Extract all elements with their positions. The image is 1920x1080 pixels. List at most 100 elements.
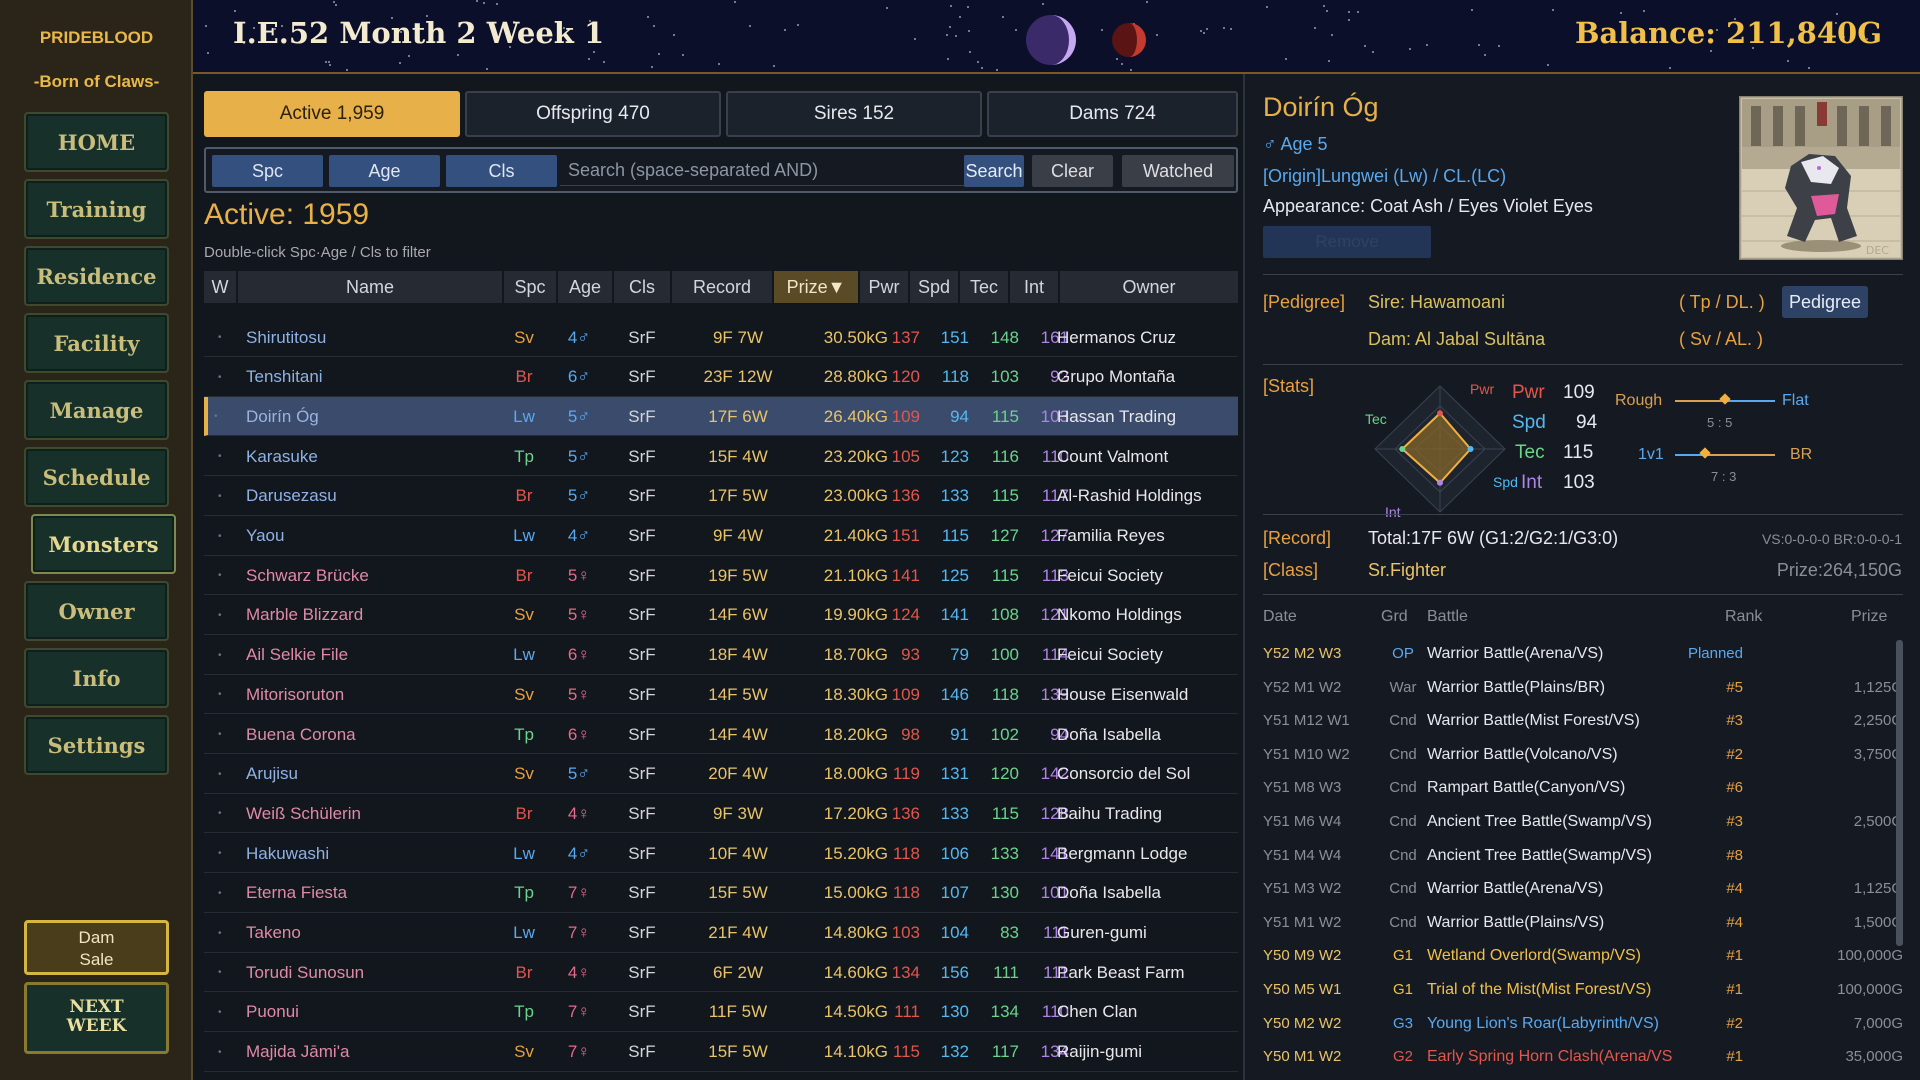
stat-spd-label: Spd — [1512, 412, 1546, 433]
battle-left-label: 1v1 — [1638, 446, 1664, 463]
star-dot — [967, 6, 969, 8]
table-row[interactable]: • Ail Selkie File Lw 6♀ SrF 18F 4W 18.70kG 93 79… — [204, 636, 1238, 675]
table-row[interactable]: • Hakuwashi Lw 4♂ SrF 10F 4W 15.20kG 118 106 133 1… — [204, 834, 1238, 874]
col-pwr[interactable]: Pwr — [860, 271, 908, 303]
nav-home-button[interactable]: HOME — [24, 112, 169, 172]
history-row[interactable]: Y51 M1 W2 Cnd Warrior Battle(Plains/VS) #4 1… — [1263, 906, 1903, 939]
table-row[interactable]: • Eterna Fiesta Tp 7♀ SrF 15F 5W 15.00kG 118 107… — [204, 874, 1238, 913]
tab-dams[interactable]: Dams 724 — [987, 91, 1238, 137]
nav-schedule-button[interactable]: Schedule — [24, 447, 169, 507]
search-button[interactable]: Search — [964, 155, 1024, 187]
table-row[interactable]: • Tenshitani Br 6♂ SrF 23F 12W 28.80kG 120 118 10… — [204, 358, 1238, 397]
nav-facility-button[interactable]: Facility — [24, 313, 169, 373]
star-dot — [1323, 5, 1325, 7]
col-name[interactable]: Name — [238, 271, 502, 303]
col-owner[interactable]: Owner — [1060, 271, 1238, 303]
history-scrollbar[interactable] — [1896, 640, 1903, 946]
table-row[interactable]: • Arujisu Sv 5♂ SrF 20F 4W 18.00kG 119 131 120 142… — [204, 755, 1238, 794]
row-spd: 123 — [940, 446, 969, 466]
history-battle: Warrior Battle(Volcano/VS) — [1427, 745, 1618, 763]
remove-button[interactable]: Remove — [1263, 226, 1431, 258]
history-row[interactable]: Y51 M10 W2 Cnd Warrior Battle(Volcano/VS) #… — [1263, 738, 1903, 771]
row-tec: 115 — [991, 486, 1019, 506]
table-row[interactable]: • Karasuke Tp 5♂ SrF 15F 4W 23.20kG 105 123 116 11… — [204, 437, 1238, 477]
table-row[interactable]: • Torudi Sunosun Br 4♀ SrF 6F 2W 14.60kG 134 156… — [204, 953, 1238, 993]
row-class: SrF — [628, 605, 656, 625]
dam-sale-button[interactable]: Dam Sale — [24, 920, 169, 975]
history-date: Y51 M4 W4 — [1263, 846, 1342, 864]
row-record: 21F 4W — [708, 923, 768, 942]
nav-manage-button[interactable]: Manage — [24, 380, 169, 440]
filter-cls-button[interactable]: Cls — [446, 155, 557, 187]
star-dot — [784, 29, 786, 31]
history-row[interactable]: Y51 M8 W3 Cnd Rampart Battle(Canyon/VS) #6 - — [1263, 771, 1903, 804]
history-row[interactable]: Y50 M9 W2 G1 Wetland Overlord(Swamp/VS) #1 1… — [1263, 939, 1903, 972]
row-record: 23F 12W — [703, 367, 773, 387]
row-prize: 14.50kG — [823, 1002, 888, 1022]
history-row[interactable]: Y51 M6 W4 Cnd Ancient Tree Battle(Swamp/VS… — [1263, 805, 1903, 838]
watched-button[interactable]: Watched — [1122, 155, 1234, 187]
col-tec[interactable]: Tec — [960, 271, 1008, 303]
row-watch-marker: • — [214, 411, 218, 423]
history-row[interactable]: Y50 M1 W2 G2 Early Spring Horn Clash(Arena… — [1263, 1040, 1903, 1073]
filter-spc-button[interactable]: Spc — [212, 155, 323, 187]
history-prize: 35,000G — [1845, 1048, 1903, 1066]
col-spd[interactable]: Spd — [910, 271, 958, 303]
nav-monsters-button[interactable]: Monsters — [31, 514, 176, 574]
row-prize: 28.80kG — [823, 367, 888, 387]
col-age[interactable]: Age — [558, 271, 612, 303]
star-dot — [1328, 60, 1330, 62]
table-row[interactable]: • Schwarz Brücke Br 5♀ SrF 19F 5W 21.10kG 141 12… — [204, 556, 1238, 596]
star-dot — [333, 1, 335, 3]
table-row[interactable]: • Darusezasu Br 5♂ SrF 17F 5W 23.00kG 136 133 115… — [204, 477, 1238, 516]
history-row[interactable]: Y51 M3 W2 Cnd Warrior Battle(Arena/VS) #4 1,… — [1263, 872, 1903, 905]
nav-info-button[interactable]: Info — [24, 648, 169, 708]
tab-offspring[interactable]: Offspring 470 — [465, 91, 721, 137]
row-watch-marker: • — [218, 887, 222, 899]
star-dot — [1314, 27, 1316, 29]
clear-button[interactable]: Clear — [1032, 155, 1113, 187]
nav-owner-button[interactable]: Owner — [24, 581, 169, 641]
history-row[interactable]: Y52 M1 W2 War Warrior Battle(Plains/BR) #5 1… — [1263, 671, 1903, 704]
table-row[interactable]: • Mitorisoruton Sv 5♀ SrF 14F 5W 18.30kG 109 146… — [204, 675, 1238, 715]
row-watch-marker: • — [218, 451, 222, 463]
history-col-battle: Battle — [1427, 608, 1468, 625]
table-row[interactable]: • Yaou Lw 4♂ SrF 9F 4W 21.40kG 151 115 127 127 Fami… — [204, 517, 1238, 556]
history-row[interactable]: Y52 M2 W3 OP Warrior Battle(Arena/VS) Plann… — [1263, 637, 1903, 670]
table-row[interactable]: • Marble Blizzard Sv 5♀ SrF 14F 6W 19.90kG 124 1… — [204, 596, 1238, 635]
col-cls[interactable]: Cls — [614, 271, 670, 303]
history-row[interactable]: Y50 M5 W1 G1 Trial of the Mist(Mist Forest… — [1263, 973, 1903, 1006]
row-name: Puonui — [246, 1002, 299, 1022]
tab-sires[interactable]: Sires 152 — [726, 91, 982, 137]
table-row[interactable]: • Puonui Tp 7♀ SrF 11F 5W 14.50kG 111 130 134 110 C… — [204, 993, 1238, 1032]
star-dot — [1484, 54, 1486, 56]
table-row[interactable]: • Majida Jāmi'a Sv 7♀ SrF 15F 5W 14.10kG 115 132… — [204, 1033, 1238, 1072]
nav-settings-button[interactable]: Settings — [24, 715, 169, 775]
search-input[interactable] — [560, 155, 976, 186]
history-battle: Warrior Battle(Arena/VS) — [1427, 880, 1604, 898]
nav-residence-button[interactable]: Residence — [24, 246, 169, 306]
next-week-button[interactable]: NEXT WEEK — [24, 982, 169, 1054]
table-row[interactable]: • Doirín Óg Lw 5♂ SrF 17F 6W 26.40kG 109 94 115 10… — [204, 397, 1238, 437]
table-row[interactable]: • Takeno Lw 7♀ SrF 21F 4W 14.80kG 103 104 83 111 Gu… — [204, 914, 1238, 953]
col-int[interactable]: Int — [1010, 271, 1058, 303]
star-dot — [1669, 67, 1671, 69]
nav-training-button[interactable]: Training — [24, 179, 169, 239]
row-prize: 18.20kG — [823, 724, 888, 744]
pedigree-button[interactable]: Pedigree — [1782, 286, 1868, 318]
col-record[interactable]: Record — [672, 271, 772, 303]
table-row[interactable]: • Buena Corona Tp 6♀ SrF 14F 4W 18.20kG 98 91 102… — [204, 715, 1238, 754]
history-prize: 2,500G — [1853, 813, 1903, 830]
tab-active[interactable]: Active 1,959 — [204, 91, 460, 137]
filter-age-button[interactable]: Age — [329, 155, 440, 187]
row-name: Arujisu — [246, 764, 298, 784]
table-row[interactable]: • Weiß Schülerin Br 4♀ SrF 9F 3W 17.20kG 136 133… — [204, 794, 1238, 834]
history-row[interactable]: Y50 M2 W2 G3 Young Lion's Roar(Labyrinth/V… — [1263, 1007, 1903, 1040]
col-spc[interactable]: Spc — [504, 271, 556, 303]
col-prize[interactable]: Prize▼ — [774, 271, 858, 303]
history-row[interactable]: Y51 M12 W1 Cnd Warrior Battle(Mist Forest/… — [1263, 704, 1903, 737]
stat-spd-value: 94 — [1576, 412, 1598, 433]
table-row[interactable]: • Shirutitosu Sv 4♂ SrF 9F 7W 30.50kG 137 151 148… — [204, 318, 1238, 357]
history-row[interactable]: Y51 M4 W4 Cnd Ancient Tree Battle(Swamp/VS… — [1263, 839, 1903, 872]
col-w[interactable]: W — [204, 271, 236, 303]
